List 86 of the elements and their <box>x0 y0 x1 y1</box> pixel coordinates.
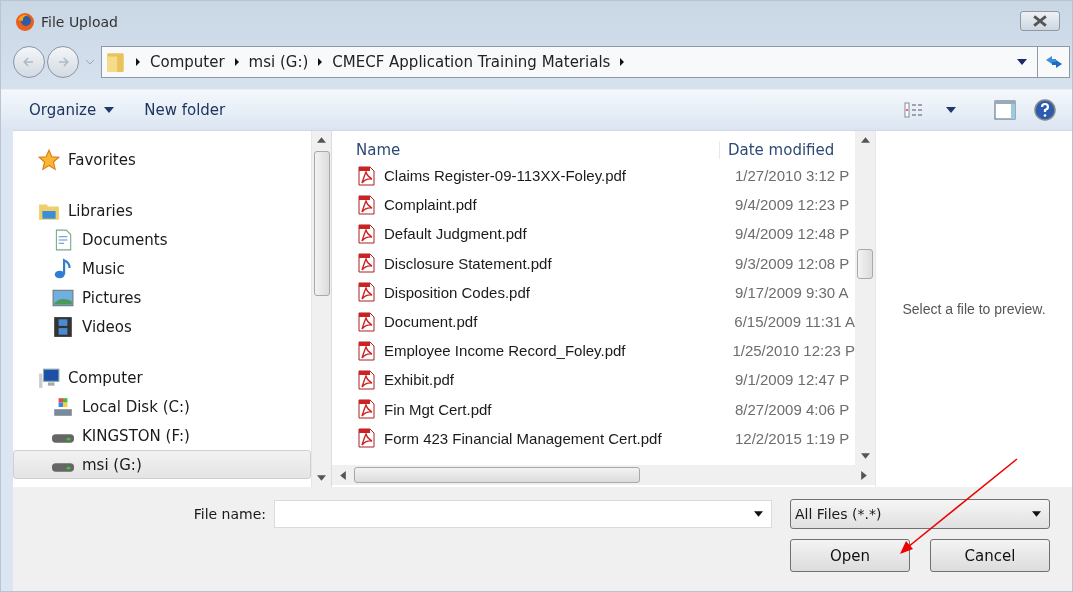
date-modified: 1/27/2010 3:12 P <box>734 167 850 185</box>
file-name[interactable]: Disposition Codes.pdf <box>384 283 727 301</box>
file-name-label: File name: <box>193 506 266 522</box>
file-name[interactable]: Claims Register-09-113XX-Foley.pdf <box>384 167 727 185</box>
nav-item[interactable]: KINGSTON (F:) <box>13 421 311 450</box>
file-name[interactable]: Exhibit.pdf <box>384 371 727 389</box>
open-button[interactable]: Open <box>790 539 910 572</box>
pdf-file-icon <box>356 165 376 186</box>
file-name[interactable]: Complaint.pdf <box>384 196 727 214</box>
file-type-dropdown[interactable]: All Files (*.*) <box>790 499 1050 529</box>
file-name[interactable]: Form 423 Financial Management Cert.pdf <box>384 429 727 447</box>
scroll-down-icon[interactable] <box>860 453 870 459</box>
star-icon <box>38 148 60 171</box>
pdf-file-icon <box>356 223 376 244</box>
scroll-up-icon[interactable] <box>317 137 326 143</box>
pdf-file-icon <box>356 399 376 420</box>
file-name[interactable]: Employee Income Record_Foley.pdf <box>384 342 725 360</box>
nav-item[interactable]: Music <box>13 254 311 283</box>
column-header[interactable]: Date modified <box>719 141 835 159</box>
nav-item[interactable]: Local Disk (C:) <box>13 392 311 421</box>
file-name[interactable]: Fin Mgt Cert.pdf <box>384 400 727 418</box>
caret-icon <box>1032 511 1041 517</box>
nav-item[interactable]: Documents <box>13 225 311 254</box>
pdf-file-icon <box>356 311 376 332</box>
file-name[interactable]: Document.pdf <box>384 313 727 331</box>
chevron-icon[interactable] <box>619 57 626 67</box>
close-icon <box>1033 15 1047 27</box>
chevron-icon[interactable] <box>135 57 141 67</box>
nav-item[interactable]: msi (G:) <box>13 450 311 479</box>
scroll-left-icon[interactable] <box>340 470 346 480</box>
date-modified: 9/3/2009 12:08 P <box>734 254 850 272</box>
nav-item[interactable]: Videos <box>13 312 311 341</box>
film-icon <box>52 315 74 338</box>
date-modified: 12/2/2015 1:19 P <box>734 429 850 447</box>
file-name[interactable]: Disclosure Statement.pdf <box>384 254 727 272</box>
window-title: File Upload <box>41 14 118 30</box>
scrollbar-thumb[interactable] <box>857 249 873 279</box>
breadcrumb[interactable]: Computer <box>150 53 225 71</box>
help-icon[interactable] <box>1034 99 1056 121</box>
refresh-button[interactable] <box>1038 46 1070 78</box>
chevron-icon[interactable] <box>317 57 324 67</box>
chevron-icon[interactable] <box>233 57 240 67</box>
pdf-file-icon <box>356 253 376 274</box>
scroll-up-icon[interactable] <box>860 137 870 143</box>
scroll-right-icon[interactable] <box>861 470 867 480</box>
file-name-field[interactable] <box>274 500 772 528</box>
date-modified: 1/25/2010 12:23 P <box>731 342 855 360</box>
preview-message: Select a file to preview. <box>902 301 1046 317</box>
computer-icon <box>38 366 60 389</box>
date-modified: 9/1/2009 12:47 P <box>734 371 850 389</box>
date-modified: 9/4/2009 12:23 P <box>734 196 850 214</box>
dropdown-icon[interactable] <box>946 107 956 113</box>
new-folder-button[interactable]: New folder <box>138 97 232 123</box>
pdf-file-icon <box>356 428 376 449</box>
music-note-icon <box>52 257 74 280</box>
breadcrumb[interactable]: msi (G:) <box>248 53 309 71</box>
nav-item[interactable]: Favorites <box>13 145 311 174</box>
drive-icon <box>52 434 74 443</box>
pdf-file-icon <box>356 340 376 361</box>
pdf-file-icon <box>356 282 376 303</box>
dropdown-icon[interactable] <box>1017 59 1027 65</box>
caret-icon <box>754 511 763 517</box>
cancel-button[interactable]: Cancel <box>930 539 1050 572</box>
scroll-down-icon[interactable] <box>317 475 326 481</box>
close-button[interactable] <box>1020 11 1060 31</box>
scrollbar-thumb[interactable] <box>313 151 330 296</box>
folder-icon <box>106 51 126 73</box>
browser-logo-icon <box>15 12 35 32</box>
nav-item[interactable]: Libraries <box>13 196 311 225</box>
nav-item[interactable]: Computer <box>13 363 311 392</box>
scrollbar-thumb[interactable] <box>354 467 640 483</box>
breadcrumb[interactable]: CMECF Application Training Materials <box>332 53 611 71</box>
column-header[interactable]: Name <box>356 141 719 159</box>
nav-item[interactable]: Pictures <box>13 283 311 312</box>
disk-drive-icon <box>52 395 74 418</box>
date-modified: 9/4/2009 12:48 P <box>734 225 850 243</box>
pdf-file-icon <box>356 369 376 390</box>
address-bar[interactable]: Computer msi (G:) CMECF Application Training Materials <box>101 46 1038 78</box>
pdf-file-icon <box>356 194 376 215</box>
file-name[interactable]: Default Judgment.pdf <box>384 225 727 243</box>
caret-icon <box>104 107 115 113</box>
date-modified: 8/27/2009 4:06 P <box>734 400 850 418</box>
date-modified: 9/17/2009 9:30 A <box>734 283 849 301</box>
date-modified: 6/15/2009 11:31 A <box>733 313 855 331</box>
drive-icon <box>52 463 74 472</box>
organize-menu[interactable]: Organize <box>23 97 121 123</box>
